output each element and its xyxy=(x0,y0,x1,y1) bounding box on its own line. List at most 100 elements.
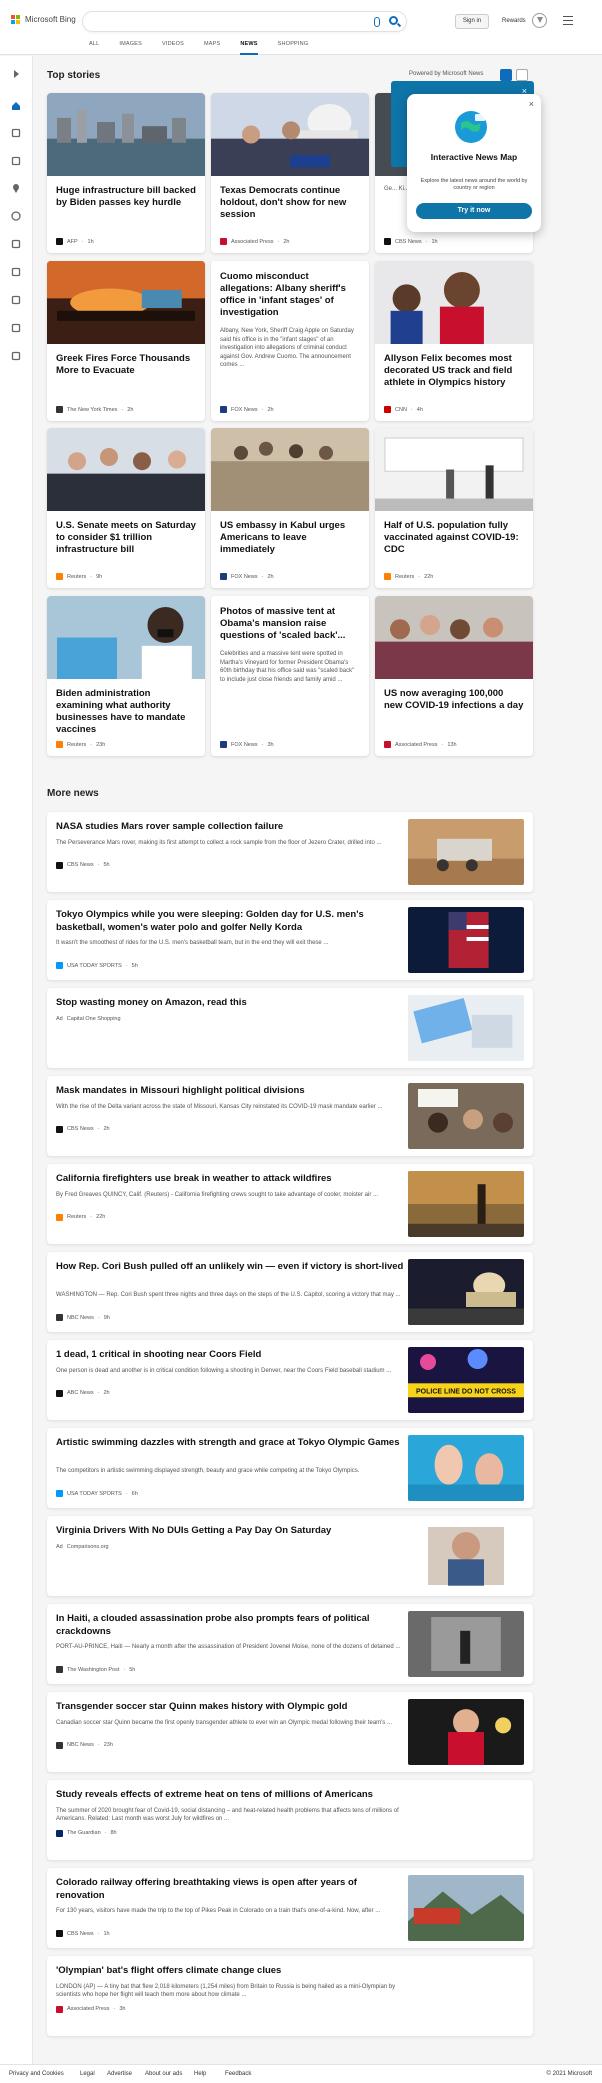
story-title[interactable]: Allyson Felix becomes most decorated US … xyxy=(384,353,524,389)
footer-link[interactable]: Privacy and Cookies xyxy=(9,2071,64,2077)
news-thumbnail[interactable] xyxy=(408,1259,524,1325)
more-news-item[interactable]: Mask mandates in Missouri highlight poli… xyxy=(47,1076,533,1156)
story-card[interactable]: Cuomo misconduct allegations: Albany she… xyxy=(211,261,369,421)
story-card[interactable]: US embassy in Kabul urges Americans to l… xyxy=(211,428,369,588)
ad-source[interactable]: Ad Comparisons.org xyxy=(56,1544,109,1550)
popup-close-icon[interactable]: × xyxy=(529,99,534,109)
globe-icon[interactable] xyxy=(11,208,21,221)
more-news-item[interactable]: Colorado railway offering breathtaking v… xyxy=(47,1868,533,1948)
story-source[interactable]: CBS News · 1h xyxy=(384,238,438,245)
story-title[interactable]: Cuomo misconduct allegations: Albany she… xyxy=(220,271,360,319)
story-source[interactable]: FOX News · 3h xyxy=(220,741,274,748)
bing-logo[interactable]: Microsoft Bing xyxy=(11,15,76,24)
footer-link[interactable]: Feedback xyxy=(225,2071,251,2077)
story-source[interactable]: FOX News · 2h xyxy=(220,406,274,413)
story-card[interactable]: Huge infrastructure bill backed by Biden… xyxy=(47,93,205,253)
news-title[interactable]: Virginia Drivers With No DUIs Getting a … xyxy=(56,1525,406,1538)
more-news-item[interactable]: NASA studies Mars rover sample collectio… xyxy=(47,812,533,892)
story-title[interactable]: Half of U.S. population fully vaccinated… xyxy=(384,520,524,556)
news-source[interactable]: CBS News · 2h xyxy=(56,1125,110,1133)
news-thumbnail[interactable] xyxy=(408,1435,524,1501)
story-image[interactable] xyxy=(211,428,369,511)
story-title[interactable]: Biden administration examining what auth… xyxy=(56,688,196,736)
news-title[interactable]: California firefighters use break in wea… xyxy=(56,1173,406,1186)
home-icon[interactable] xyxy=(11,98,21,110)
more-news-item[interactable]: Artistic swimming dazzles with strength … xyxy=(47,1428,533,1508)
story-source[interactable]: FOX News · 2h xyxy=(220,573,274,580)
try-it-now-button[interactable]: Try it now xyxy=(416,203,532,219)
chevron-right-icon[interactable] xyxy=(11,66,21,78)
location-pin-icon[interactable] xyxy=(11,180,21,193)
story-source[interactable]: Reuters · 9h xyxy=(56,573,102,580)
rewards-medal-icon[interactable] xyxy=(532,13,547,28)
footer-link[interactable]: Advertise xyxy=(107,2071,132,2077)
news-thumbnail[interactable]: POLICE LINE DO NOT CROSS xyxy=(408,1347,524,1413)
story-source[interactable]: Associated Press · 2h xyxy=(220,238,289,245)
story-image[interactable] xyxy=(47,261,205,344)
news-thumbnail[interactable] xyxy=(408,1875,524,1941)
story-title[interactable]: US now averaging 100,000 new COVID-19 in… xyxy=(384,688,524,712)
news-source[interactable]: Associated Press · 3h xyxy=(56,2005,125,2013)
story-image[interactable] xyxy=(375,428,533,511)
more-news-item[interactable]: Stop wasting money on Amazon, read this A… xyxy=(47,988,533,1068)
news-title[interactable]: How Rep. Cori Bush pulled off an unlikel… xyxy=(56,1261,406,1274)
story-title[interactable]: Greek Fires Force Thousands More to Evac… xyxy=(56,353,196,377)
more-news-item[interactable]: Tokyo Olympics while you were sleeping: … xyxy=(47,900,533,980)
news-title[interactable]: Transgender soccer star Quinn makes hist… xyxy=(56,1701,406,1714)
tab-videos[interactable]: VIDEOS xyxy=(162,41,184,55)
news-thumbnail[interactable] xyxy=(408,1611,524,1677)
news-title[interactable]: Colorado railway offering breathtaking v… xyxy=(56,1877,406,1902)
story-card[interactable]: Photos of massive tent at Obama's mansio… xyxy=(211,596,369,756)
news-thumbnail[interactable] xyxy=(408,819,524,885)
news-source[interactable]: The Guardian · 8h xyxy=(56,1829,117,1837)
story-card[interactable]: US now averaging 100,000 new COVID-19 in… xyxy=(375,596,533,756)
news-thumbnail[interactable] xyxy=(408,1699,524,1765)
sign-in-button[interactable]: Sign in xyxy=(455,14,489,29)
more-news-item[interactable]: 'Olympian' bat's flight offers climate c… xyxy=(47,1956,533,2036)
search-icon[interactable] xyxy=(389,16,398,25)
card-icon[interactable] xyxy=(11,348,21,361)
story-source[interactable]: CNN · 4h xyxy=(384,406,423,413)
flag-icon[interactable] xyxy=(11,153,21,166)
more-news-item[interactable]: Study reveals effects of extreme heat on… xyxy=(47,1780,533,1860)
more-news-item[interactable]: California firefighters use break in wea… xyxy=(47,1164,533,1244)
ad-source[interactable]: Ad Capital One Shopping xyxy=(56,1016,121,1022)
story-image[interactable] xyxy=(47,428,205,511)
news-thumbnail[interactable] xyxy=(408,1083,524,1149)
story-title[interactable]: Huge infrastructure bill backed by Biden… xyxy=(56,185,196,209)
news-source[interactable]: USA TODAY SPORTS · 6h xyxy=(56,1490,138,1497)
news-title[interactable]: Artistic swimming dazzles with strength … xyxy=(56,1437,406,1450)
rewards-label[interactable]: Rewards xyxy=(502,18,526,24)
story-source[interactable]: Reuters · 23h xyxy=(56,741,105,748)
tab-maps[interactable]: MAPS xyxy=(204,41,220,55)
microphone-icon[interactable] xyxy=(374,17,380,27)
story-image[interactable] xyxy=(211,93,369,176)
story-title[interactable]: U.S. Senate meets on Saturday to conside… xyxy=(56,520,196,556)
tab-all[interactable]: ALL xyxy=(89,41,99,55)
story-image[interactable] xyxy=(47,93,205,176)
news-title[interactable]: NASA studies Mars rover sample collectio… xyxy=(56,821,406,834)
story-card[interactable]: Texas Democrats continue holdout, don't … xyxy=(211,93,369,253)
story-source[interactable]: Associated Press · 13h xyxy=(384,741,457,748)
story-title[interactable]: US embassy in Kabul urges Americans to l… xyxy=(220,520,360,556)
map-view-icon[interactable] xyxy=(516,69,528,81)
news-source[interactable]: USA TODAY SPORTS · 5h xyxy=(56,962,138,969)
search-input[interactable] xyxy=(82,11,407,32)
rocket-icon[interactable] xyxy=(11,264,21,277)
story-image[interactable] xyxy=(375,596,533,679)
story-card[interactable]: Allyson Felix becomes most decorated US … xyxy=(375,261,533,421)
footer-link[interactable]: About our ads xyxy=(145,2071,182,2077)
hamburger-menu-icon[interactable] xyxy=(563,16,573,28)
news-title[interactable]: Mask mandates in Missouri highlight poli… xyxy=(56,1085,406,1098)
story-source[interactable]: The New York Times · 2h xyxy=(56,406,133,413)
news-thumbnail[interactable] xyxy=(408,1523,524,1589)
arrows-icon[interactable] xyxy=(11,125,21,138)
news-title[interactable]: In Haiti, a clouded assassination probe … xyxy=(56,1613,406,1638)
story-image[interactable] xyxy=(375,261,533,344)
science-icon[interactable] xyxy=(11,292,21,305)
story-source[interactable]: Reuters · 22h xyxy=(384,573,433,580)
story-card[interactable]: U.S. Senate meets on Saturday to conside… xyxy=(47,428,205,588)
more-news-item[interactable]: Transgender soccer star Quinn makes hist… xyxy=(47,1692,533,1772)
news-title[interactable]: 1 dead, 1 critical in shooting near Coor… xyxy=(56,1349,406,1362)
news-title[interactable]: 'Olympian' bat's flight offers climate c… xyxy=(56,1965,406,1978)
